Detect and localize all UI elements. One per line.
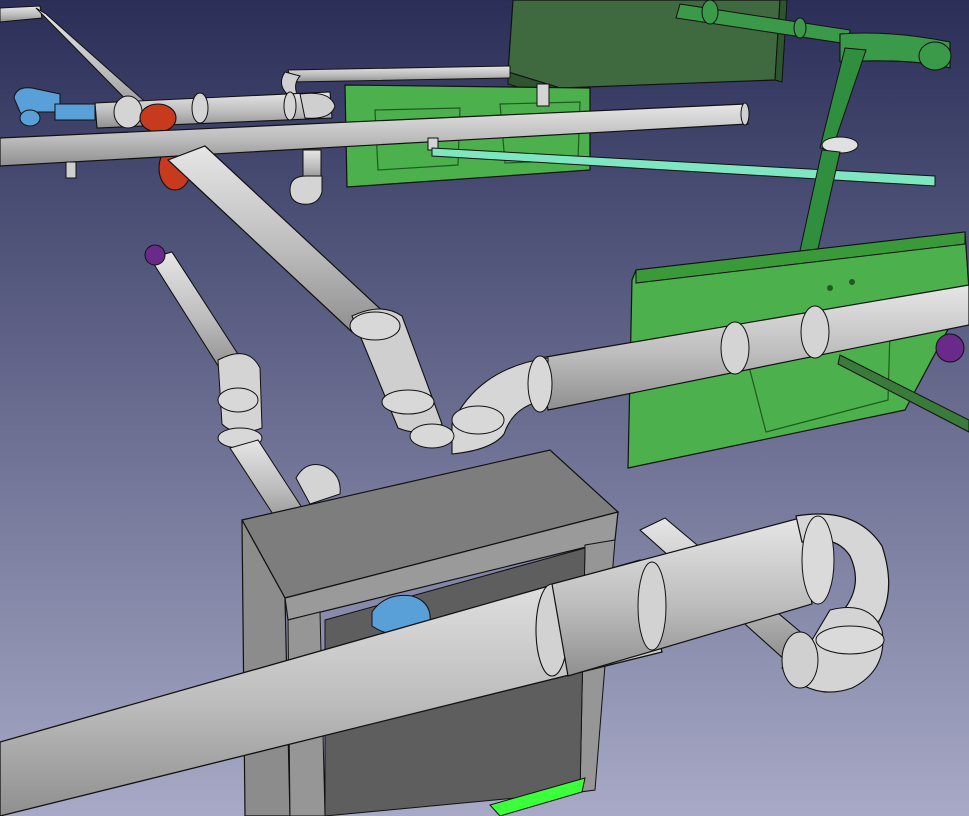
plumbing-scene[interactable]	[0, 0, 969, 816]
purple-fitting-right[interactable]	[935, 333, 965, 363]
3d-viewport[interactable]	[0, 0, 969, 816]
